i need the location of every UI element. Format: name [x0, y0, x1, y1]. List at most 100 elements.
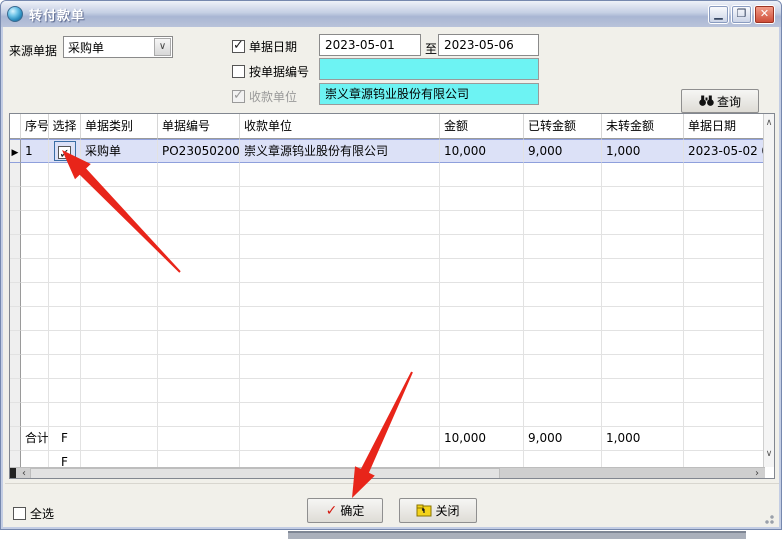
footer-divider — [5, 483, 779, 484]
col-header-payee[interactable]: 收款单位 — [240, 114, 440, 139]
empty-row — [10, 331, 765, 355]
empty-row — [10, 379, 765, 403]
empty-cell — [684, 235, 765, 259]
docno-input[interactable] — [319, 58, 539, 80]
cell-transferred: 9,000 — [524, 139, 602, 163]
empty-cell — [81, 379, 158, 403]
empty-cell — [49, 331, 81, 355]
docno-filter-checkbox[interactable]: 按单据编号 — [232, 63, 309, 80]
close-button[interactable]: ✕ — [754, 5, 775, 24]
minimize-button[interactable]: ▁ — [708, 5, 729, 24]
select-all-checkbox[interactable]: 全选 — [13, 505, 54, 522]
total-cell — [240, 427, 440, 451]
table-row: F — [10, 451, 765, 467]
resize-grip[interactable] — [761, 511, 775, 525]
empty-cell — [10, 283, 21, 307]
empty-cell — [158, 403, 240, 427]
titlebar[interactable]: 转付款单 ▁ ❐ ✕ — [1, 1, 781, 27]
empty-cell — [81, 331, 158, 355]
cell-doc-number: PO230502001 — [158, 139, 240, 163]
empty-cell — [440, 187, 524, 211]
total-flag: F — [49, 427, 81, 451]
scrollbar-thumb[interactable] — [30, 468, 500, 479]
empty-cell — [524, 331, 602, 355]
check-icon: ✓ — [326, 503, 338, 519]
col-header-transferred[interactable]: 已转金额 — [524, 114, 602, 139]
payee-filter-checkbox: 收款单位 — [232, 88, 297, 105]
window-title: 转付款单 — [29, 5, 85, 24]
empty-cell — [21, 187, 49, 211]
close-dialog-button[interactable]: 关闭 — [399, 498, 477, 523]
col-header-doc-type[interactable]: 单据类别 — [81, 114, 158, 139]
empty-cell — [49, 259, 81, 283]
date-to-input[interactable]: 2023-05-06 — [438, 34, 539, 56]
row-checkbox-icon[interactable] — [58, 146, 71, 159]
cell-payee: 崇义章源钨业股份有限公司 — [240, 139, 440, 163]
ok-button-label: 确定 — [340, 502, 364, 519]
horizontal-scrollbar[interactable]: ‹ › — [10, 467, 765, 479]
cell-select[interactable] — [49, 139, 81, 163]
total-cell — [684, 427, 765, 451]
total-amount: 10,000 — [440, 427, 524, 451]
empty-cell — [158, 211, 240, 235]
checkbox-icon[interactable] — [13, 507, 26, 520]
cell — [158, 451, 240, 467]
empty-cell — [49, 403, 81, 427]
scroll-right-icon[interactable]: › — [750, 468, 764, 479]
empty-cell — [440, 379, 524, 403]
empty-cell — [440, 307, 524, 331]
scroll-down-icon[interactable]: ∨ — [764, 447, 774, 463]
empty-row — [10, 259, 765, 283]
empty-cell — [524, 235, 602, 259]
cell — [684, 451, 765, 467]
empty-cell — [602, 211, 684, 235]
col-header-doc-date[interactable]: 单据日期 — [684, 114, 765, 139]
cell-doc-type: 采购单 — [81, 139, 158, 163]
empty-row — [10, 283, 765, 307]
ok-button[interactable]: ✓ 确定 — [307, 498, 383, 523]
empty-cell — [240, 283, 440, 307]
app-icon — [7, 6, 23, 22]
date-filter-checkbox[interactable]: 单据日期 — [232, 38, 297, 55]
empty-cell — [10, 259, 21, 283]
empty-cell — [602, 307, 684, 331]
payee-input[interactable]: 崇义章源钨业股份有限公司 — [319, 83, 539, 105]
maximize-button[interactable]: ❐ — [731, 5, 752, 24]
total-cell — [81, 427, 158, 451]
empty-cell — [240, 211, 440, 235]
query-button[interactable]: 查询 — [681, 89, 759, 113]
checkbox-icon[interactable] — [232, 40, 245, 53]
date-from-input[interactable]: 2023-05-01 — [319, 34, 421, 56]
exit-folder-icon — [416, 504, 432, 517]
col-header-doc-number[interactable]: 单据编号 — [158, 114, 240, 139]
empty-cell — [684, 259, 765, 283]
gutter-cell — [10, 451, 21, 467]
col-header-seq[interactable]: 序号 — [21, 114, 49, 139]
empty-cell — [524, 259, 602, 283]
col-header-select[interactable]: 选择 — [49, 114, 81, 139]
empty-cell — [240, 307, 440, 331]
empty-cell — [10, 187, 21, 211]
query-button-label: 查询 — [717, 93, 741, 110]
empty-cell — [684, 379, 765, 403]
empty-row — [10, 355, 765, 379]
scroll-up-icon[interactable]: ∧ — [764, 116, 774, 132]
source-doc-select[interactable]: 采购单 ∨ — [63, 36, 173, 58]
empty-cell — [21, 331, 49, 355]
col-header-amount[interactable]: 金额 — [440, 114, 524, 139]
empty-cell — [10, 163, 21, 187]
vertical-scrollbar[interactable]: ∧ ∨ — [763, 114, 774, 467]
col-header-untransferred[interactable]: 未转金额 — [602, 114, 684, 139]
empty-row — [10, 163, 765, 187]
current-row-pointer-icon: ▶ — [10, 139, 21, 163]
empty-cell — [602, 283, 684, 307]
chevron-down-icon[interactable]: ∨ — [154, 38, 171, 56]
table-row-selected[interactable]: ▶ 1 采购单 PO230502001 崇义章源钨业股份有限公司 10,000 … — [10, 139, 765, 163]
empty-row — [10, 307, 765, 331]
empty-cell — [21, 283, 49, 307]
empty-cell — [684, 307, 765, 331]
empty-cell — [49, 283, 81, 307]
checkbox-icon[interactable] — [232, 65, 245, 78]
scroll-left-icon[interactable]: ‹ — [17, 468, 31, 479]
empty-cell — [158, 259, 240, 283]
